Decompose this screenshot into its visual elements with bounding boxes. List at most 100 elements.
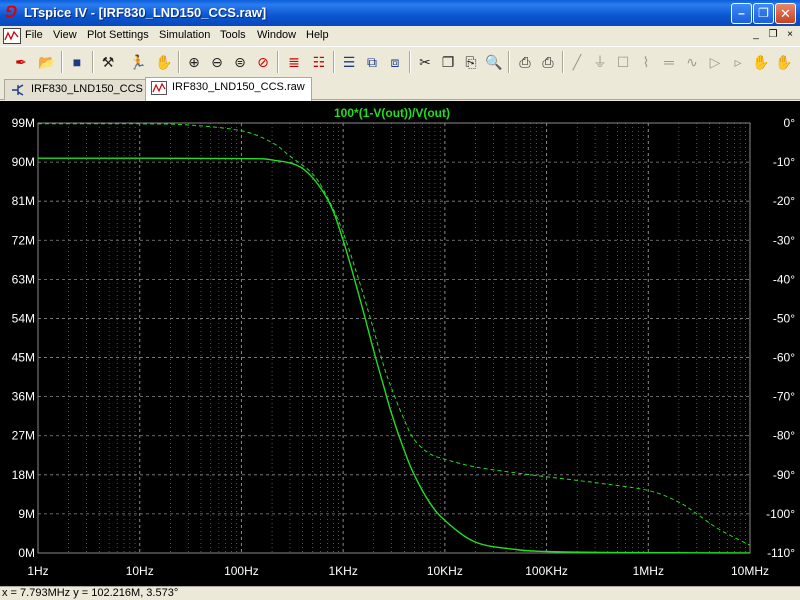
- plot-canvas[interactable]: 100*(1-V(out))/V(out) 1Hz 10Hz 100Hz 1KHz 10…: [0, 101, 800, 586]
- control-panel-icon[interactable]: ⚒: [97, 51, 119, 73]
- x-tick-label: 10MHz: [731, 564, 769, 578]
- y-left-tick-label: 72M: [12, 233, 35, 247]
- toolbar-separator: [92, 51, 94, 73]
- mdi-minimize-button[interactable]: _: [749, 29, 763, 42]
- menu-tools[interactable]: Tools: [220, 29, 246, 41]
- cut-icon[interactable]: ✂: [414, 51, 436, 73]
- y-left-tick-label: 36M: [12, 390, 35, 404]
- toolbar-separator: [61, 51, 63, 73]
- menu-window[interactable]: Window: [257, 29, 296, 41]
- magnitude-trace[interactable]: [37, 157, 751, 554]
- y-left-tick-label: 81M: [12, 194, 35, 208]
- component-icon[interactable]: ▹: [727, 51, 749, 73]
- menu-view[interactable]: View: [53, 29, 77, 41]
- paste-icon[interactable]: ⎘: [460, 51, 482, 73]
- waveform-document-icon[interactable]: [3, 28, 21, 44]
- run-icon[interactable]: 🏃: [127, 51, 149, 73]
- x-tick-label: 100Hz: [224, 564, 259, 578]
- y-right-tick-label: -60°: [773, 351, 795, 365]
- move-icon[interactable]: ✋: [750, 51, 772, 73]
- autorange-icon[interactable]: ≣: [283, 51, 305, 73]
- tab-label: IRF830_LND150_CCS: [31, 83, 143, 95]
- x-tick-label: 100KHz: [525, 564, 568, 578]
- minimize-button[interactable]: –: [731, 3, 752, 24]
- y-right-tick-label: -90°: [773, 468, 795, 482]
- x-tick-label: 1Hz: [27, 564, 48, 578]
- wire-icon[interactable]: ╱: [566, 51, 588, 73]
- print-preview-icon[interactable]: ⎙: [514, 51, 536, 73]
- zoom-out-icon[interactable]: ⊖: [206, 51, 228, 73]
- y-left-tick-label: 9M: [18, 507, 35, 521]
- tile-icon[interactable]: ⧈: [384, 51, 406, 73]
- y-left-tick-label: 27M: [12, 429, 35, 443]
- toolbar: ✒ 📂 ■ ⚒ 🏃 ✋ ⊕ ⊖ ⊜ ⊘ ≣ ☷ ☰ ⧉ ⧈ ✂ ❐ ⎘ 🔍 ⎙ …: [0, 46, 800, 76]
- y-right-tick-label: -20°: [773, 194, 795, 208]
- x-tick-label: 10Hz: [126, 564, 154, 578]
- print-icon[interactable]: ⎙: [537, 51, 559, 73]
- menu-file[interactable]: File: [25, 29, 43, 41]
- cursor-readout: x = 7.793MHz y = 102.216M, 3.573°: [2, 587, 179, 599]
- open-icon[interactable]: ✒: [10, 51, 32, 73]
- ground-icon[interactable]: ⏚: [589, 51, 611, 73]
- menu-bar: File View Plot Settings Simulation Tools…: [0, 26, 800, 46]
- mark-unmark-icon[interactable]: ☷: [308, 51, 330, 73]
- ltspice-logo-icon: ⅁: [4, 5, 16, 21]
- find-icon[interactable]: 🔍: [483, 51, 505, 73]
- open-folder-icon[interactable]: 📂: [36, 51, 58, 73]
- y-left-tick-label: 54M: [12, 311, 35, 325]
- capacitor-icon[interactable]: ═: [658, 51, 680, 73]
- grid-lines: [37, 122, 751, 554]
- phase-trace[interactable]: [37, 123, 751, 546]
- y-right-tick-label: -30°: [773, 233, 795, 247]
- y-left-tick-label: 18M: [12, 468, 35, 482]
- drag-icon[interactable]: ✋: [773, 51, 795, 73]
- resistor-icon[interactable]: ⌇: [635, 51, 657, 73]
- y-left-tick-label: 45M: [12, 351, 35, 365]
- inductor-icon[interactable]: ∿: [681, 51, 703, 73]
- pan-hand-icon[interactable]: ✋: [153, 51, 175, 73]
- zoom-cancel-icon[interactable]: ⊘: [252, 51, 274, 73]
- x-tick-label: 1MHz: [633, 564, 664, 578]
- trace-title[interactable]: 100*(1-V(out))/V(out): [334, 106, 450, 120]
- x-tick-label: 1KHz: [328, 564, 357, 578]
- y-left-tick-label: 0M: [18, 546, 35, 560]
- traces[interactable]: [37, 123, 751, 554]
- label-icon[interactable]: ☐: [612, 51, 634, 73]
- y-left-tick-label: 63M: [12, 272, 35, 286]
- document-tabs: IRF830_LND150_CCS IRF830_LND150_CCS.raw: [0, 76, 800, 101]
- mdi-close-button[interactable]: ×: [783, 29, 797, 42]
- cascade-icon[interactable]: ⧉: [361, 51, 383, 73]
- window-title: LTspice IV - [IRF830_LND150_CCS.raw]: [24, 5, 267, 20]
- plot-frame: [37, 122, 751, 554]
- tile-horizontal-icon[interactable]: ☰: [338, 51, 360, 73]
- menu-simulation[interactable]: Simulation: [159, 29, 210, 41]
- toolbar-separator: [178, 51, 180, 73]
- toolbar-separator: [333, 51, 335, 73]
- menu-help[interactable]: Help: [306, 29, 329, 41]
- title-bar[interactable]: ⅁ LTspice IV - [IRF830_LND150_CCS.raw] –…: [0, 0, 800, 26]
- y-left-tick-label: 90M: [12, 155, 35, 169]
- mdi-restore-button[interactable]: ❐: [766, 29, 780, 42]
- zoom-fit-icon[interactable]: ⊜: [229, 51, 251, 73]
- y-right-tick-label: -110°: [767, 546, 795, 560]
- schematic-icon: [12, 84, 24, 96]
- y-right-tick-label: -40°: [773, 272, 795, 286]
- maximize-button[interactable]: ❐: [753, 3, 774, 24]
- waveform-plot[interactable]: 100*(1-V(out))/V(out) 1Hz 10Hz 100Hz 1KHz 10…: [0, 101, 800, 586]
- x-tick-label: 10KHz: [427, 564, 463, 578]
- tab-schematic[interactable]: IRF830_LND150_CCS: [4, 79, 150, 100]
- toolbar-separator: [508, 51, 510, 73]
- zoom-in-icon[interactable]: ⊕: [183, 51, 205, 73]
- close-button[interactable]: ✕: [775, 3, 796, 24]
- copy-icon[interactable]: ❐: [437, 51, 459, 73]
- tab-waveform[interactable]: IRF830_LND150_CCS.raw: [145, 77, 312, 101]
- menu-plot-settings[interactable]: Plot Settings: [87, 29, 149, 41]
- toolbar-separator: [277, 51, 279, 73]
- tab-label: IRF830_LND150_CCS.raw: [172, 81, 305, 93]
- toolbar-separator: [409, 51, 411, 73]
- waveform-icon: [151, 81, 167, 95]
- toolbar-separator: [562, 51, 564, 73]
- status-bar: x = 7.793MHz y = 102.216M, 3.573°: [0, 586, 800, 600]
- diode-icon[interactable]: ▷: [704, 51, 726, 73]
- save-icon[interactable]: ■: [66, 51, 88, 73]
